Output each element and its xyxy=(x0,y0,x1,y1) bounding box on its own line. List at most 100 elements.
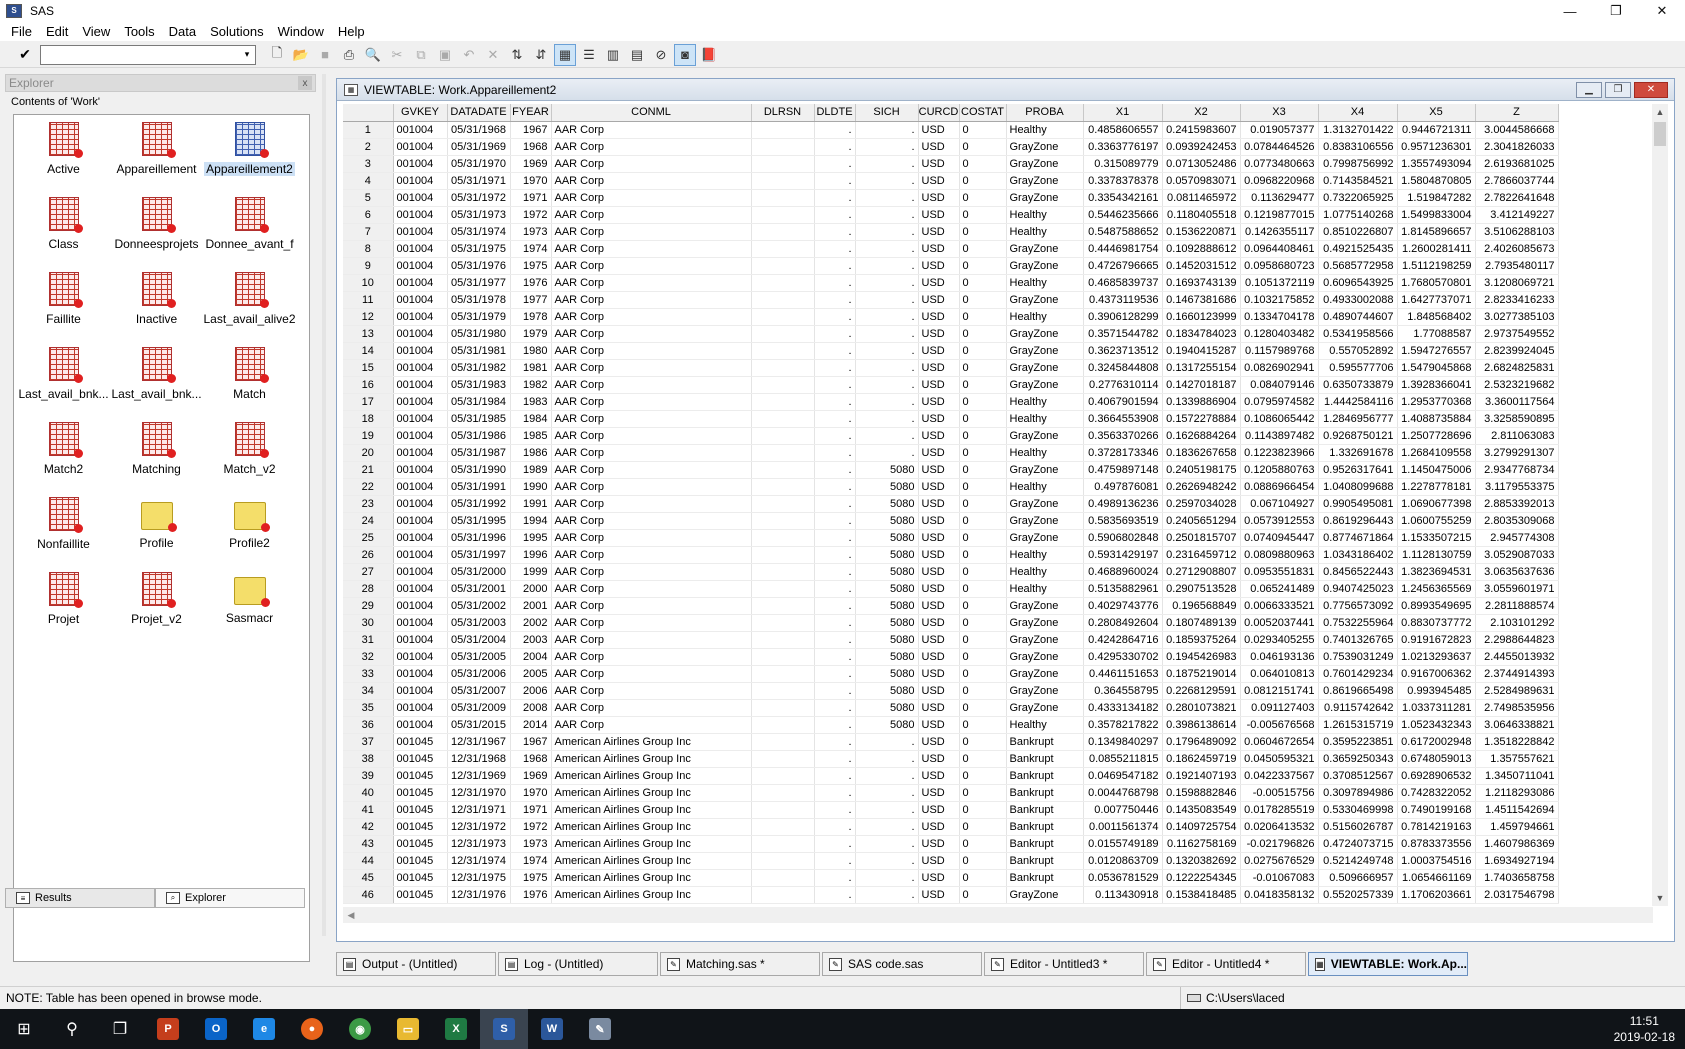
table-row[interactable]: 41 001045 12/31/1971 1971 American Airlines … xyxy=(343,801,1559,819)
table-cell[interactable]: 0 xyxy=(959,444,1007,462)
table-cell[interactable]: GrayZone xyxy=(1006,172,1084,190)
current-directory[interactable]: C:\Users\laced xyxy=(1180,987,1285,1009)
table-cell[interactable]: AAR Corp xyxy=(551,444,752,462)
table-cell[interactable]: 0.0418358132 xyxy=(1240,886,1319,904)
table-cell[interactable]: 0.4029743776 xyxy=(1083,597,1163,615)
column-header[interactable]: X5 xyxy=(1397,104,1476,122)
table-cell[interactable]: 0.0293405255 xyxy=(1240,631,1319,649)
table-cell[interactable]: American Airlines Group Inc xyxy=(551,733,752,751)
column-header[interactable]: CONML xyxy=(551,104,752,122)
table-cell[interactable]: . xyxy=(855,172,919,190)
table-row[interactable]: 26 001004 05/31/1997 1996 AAR Corp. 5080 USD 0 H… xyxy=(343,546,1559,564)
table-cell[interactable]: 0.4759897148 xyxy=(1083,461,1163,479)
column-header[interactable]: X1 xyxy=(1083,104,1163,122)
table-cell[interactable]: 05/31/1968 xyxy=(447,121,511,139)
library-item[interactable]: Class xyxy=(17,193,110,268)
table-cell[interactable]: . xyxy=(855,886,919,904)
table-cell[interactable]: 1.1128130759 xyxy=(1397,546,1476,564)
table-cell[interactable]: 12/31/1973 xyxy=(447,835,511,853)
table-cell[interactable]: 1.1706203661 xyxy=(1397,886,1476,904)
table-cell[interactable]: 0.1921407193 xyxy=(1162,767,1241,785)
table-cell[interactable]: AAR Corp xyxy=(551,512,752,530)
table-cell[interactable]: 0.1157989768 xyxy=(1240,342,1319,360)
table-cell[interactable] xyxy=(751,461,815,479)
table-cell[interactable]: American Airlines Group Inc xyxy=(551,801,752,819)
table-cell[interactable]: 0.7814219163 xyxy=(1397,818,1476,836)
table-cell[interactable]: 0.3354342161 xyxy=(1083,189,1163,207)
table-cell[interactable] xyxy=(751,546,815,564)
table-cell[interactable]: GrayZone xyxy=(1006,631,1084,649)
table-cell[interactable] xyxy=(751,359,815,377)
table-cell[interactable] xyxy=(751,529,815,547)
table-cell[interactable]: 0.4688960024 xyxy=(1083,563,1163,581)
table-cell[interactable]: 05/31/1997 xyxy=(447,546,511,564)
table-row[interactable]: 6 001004 05/31/1973 1972 AAR Corp.. USD 0 Healt… xyxy=(343,206,1559,224)
table-cell[interactable]: USD xyxy=(918,121,960,139)
table-cell[interactable] xyxy=(751,733,815,751)
table-cell[interactable]: 05/31/1982 xyxy=(447,359,511,377)
table-cell[interactable]: 001004 xyxy=(393,427,448,445)
table-cell[interactable]: . xyxy=(814,733,856,751)
table-cell[interactable] xyxy=(751,835,815,853)
table-row[interactable]: 22 001004 05/31/1991 1990 AAR Corp. 5080 USD 0 H… xyxy=(343,478,1559,496)
table-cell[interactable]: 0.019057377 xyxy=(1240,121,1319,139)
table-cell[interactable]: . xyxy=(855,291,919,309)
table-cell[interactable]: 0.1092888612 xyxy=(1162,240,1241,258)
table-row[interactable]: 25 001004 05/31/1996 1995 AAR Corp. 5080 USD 0 G… xyxy=(343,529,1559,547)
row-number[interactable]: 23 xyxy=(343,495,394,513)
table-cell[interactable]: 0 xyxy=(959,512,1007,530)
excel-icon[interactable]: X xyxy=(432,1009,480,1049)
table-cell[interactable]: 0.067104927 xyxy=(1240,495,1319,513)
table-cell[interactable]: 2.811063083 xyxy=(1475,427,1559,445)
table-cell[interactable]: 0.7143584521 xyxy=(1318,172,1398,190)
table-cell[interactable]: 1.1533507215 xyxy=(1397,529,1476,547)
table-cell[interactable]: . xyxy=(855,223,919,241)
menu-view[interactable]: View xyxy=(75,24,117,39)
table-cell[interactable]: 0.1205880763 xyxy=(1240,461,1319,479)
scroll-left-icon[interactable]: ◀ xyxy=(343,907,359,923)
table-cell[interactable]: . xyxy=(814,308,856,326)
table-cell[interactable]: AAR Corp xyxy=(551,342,752,360)
table-cell[interactable]: 0.1940415287 xyxy=(1162,342,1241,360)
table-cell[interactable]: 0.9115742642 xyxy=(1318,699,1398,717)
table-cell[interactable]: USD xyxy=(918,784,960,802)
table-cell[interactable]: 1.5499833004 xyxy=(1397,206,1476,224)
table-cell[interactable]: USD xyxy=(918,206,960,224)
table-cell[interactable]: GrayZone xyxy=(1006,257,1084,275)
table-cell[interactable]: 0.7401326765 xyxy=(1318,631,1398,649)
scroll-up-icon[interactable]: ▲ xyxy=(1652,104,1668,120)
table-cell[interactable] xyxy=(751,495,815,513)
table-cell[interactable]: 1975 xyxy=(510,869,552,887)
table-cell[interactable]: 1.0690677398 xyxy=(1397,495,1476,513)
table-cell[interactable]: 001004 xyxy=(393,495,448,513)
table-cell[interactable]: 0.1222254345 xyxy=(1162,869,1241,887)
table-cell[interactable]: 0.3363776197 xyxy=(1083,138,1163,156)
column-header[interactable]: FYEAR xyxy=(510,104,552,122)
table-cell[interactable]: Bankrupt xyxy=(1006,733,1084,751)
table-cell[interactable]: 0.1945426983 xyxy=(1162,648,1241,666)
row-icon[interactable]: ▤ xyxy=(626,44,648,66)
table-cell[interactable]: 05/31/1973 xyxy=(447,206,511,224)
table-cell[interactable]: 12/31/1975 xyxy=(447,869,511,887)
table-cell[interactable]: American Airlines Group Inc xyxy=(551,869,752,887)
table-cell[interactable] xyxy=(751,699,815,717)
row-number[interactable]: 25 xyxy=(343,529,394,547)
table-cell[interactable]: 0.2712908807 xyxy=(1162,563,1241,581)
table-cell[interactable]: USD xyxy=(918,767,960,785)
table-cell[interactable]: 0.0939242453 xyxy=(1162,138,1241,156)
table-cell[interactable]: GrayZone xyxy=(1006,699,1084,717)
table-cell[interactable]: . xyxy=(814,257,856,275)
table-cell[interactable]: 001004 xyxy=(393,597,448,615)
table-cell[interactable]: 5080 xyxy=(855,716,919,734)
table-cell[interactable]: 0.7756573092 xyxy=(1318,597,1398,615)
table-cell[interactable]: 05/31/1970 xyxy=(447,155,511,173)
table-cell[interactable]: 0.6172002948 xyxy=(1397,733,1476,751)
table-cell[interactable]: . xyxy=(855,121,919,139)
table-cell[interactable]: 0.0469547182 xyxy=(1083,767,1163,785)
table-cell[interactable]: USD xyxy=(918,138,960,156)
row-number[interactable]: 12 xyxy=(343,308,394,326)
table-cell[interactable]: 0.0953551831 xyxy=(1240,563,1319,581)
row-number[interactable]: 37 xyxy=(343,733,394,751)
table-cell[interactable]: 001004 xyxy=(393,206,448,224)
table-cell[interactable]: . xyxy=(814,393,856,411)
